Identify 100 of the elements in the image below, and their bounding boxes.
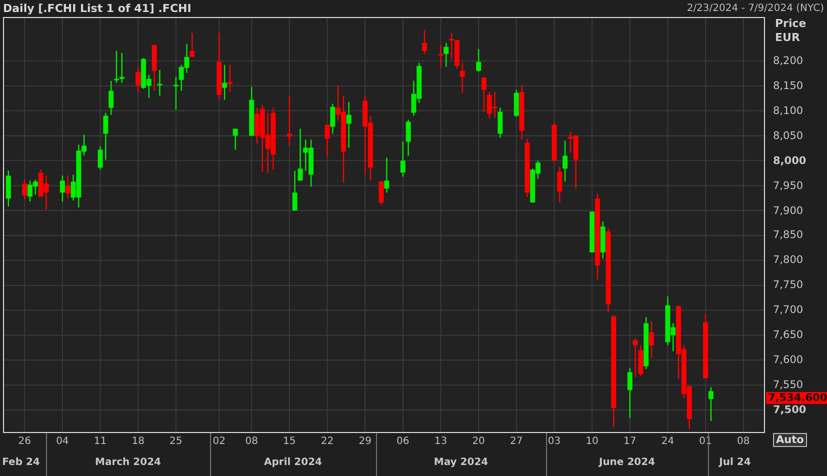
candlestick <box>411 80 416 116</box>
price-tick-label: 8,050 <box>773 130 804 142</box>
price-tick-label: 8,100 <box>773 104 804 117</box>
date-tick-label: 06 <box>396 436 410 447</box>
candlestick <box>481 76 486 112</box>
candlestick <box>254 107 260 144</box>
candlestick <box>514 89 519 118</box>
candlestick <box>178 64 184 92</box>
candlestick <box>32 179 38 196</box>
last-price-tag: 7,534.600 <box>766 392 827 404</box>
price-tick-label: 7,900 <box>773 204 804 217</box>
candlestick <box>303 139 308 172</box>
month-label: March 2024 <box>95 457 161 468</box>
candlestick <box>157 69 162 96</box>
candlestick <box>222 64 228 100</box>
candlestick <box>324 124 330 158</box>
date-tick-label: 26 <box>18 436 31 447</box>
candlestick <box>232 128 238 150</box>
candlestick <box>119 52 124 84</box>
candlestick <box>184 43 190 74</box>
date-tick-label: 27 <box>510 436 523 447</box>
candlestick <box>286 95 292 146</box>
date-tick-label: 04 <box>56 436 69 447</box>
date-tick-label: 13 <box>434 436 448 447</box>
candlestick <box>108 80 114 116</box>
candlestick <box>298 128 303 182</box>
candlestick <box>38 169 44 198</box>
candlestick <box>82 134 87 156</box>
month-label: April 2024 <box>264 457 322 468</box>
month-label: Feb 24 <box>2 457 40 468</box>
candlestick <box>449 32 454 60</box>
date-tick-label: 08 <box>737 436 750 447</box>
date-range: 2/23/2024 - 7/9/2024 (NYC) <box>686 3 824 14</box>
month-label: May 2024 <box>434 457 488 468</box>
date-tick-label: 15 <box>283 436 296 447</box>
candlestick <box>146 74 152 98</box>
candlestick <box>632 338 638 378</box>
candlestick <box>476 48 482 72</box>
date-tick-label: 08 <box>245 436 258 447</box>
candlestick <box>406 119 411 156</box>
candlestick <box>6 170 11 208</box>
candlestick <box>378 180 384 206</box>
date-tick-label: 03 <box>548 436 561 447</box>
price-tick-label: 8,200 <box>773 54 804 67</box>
price-tick-label: 8,000 <box>773 154 806 167</box>
date-tick-label: 17 <box>624 436 636 447</box>
candlestick <box>70 174 76 202</box>
candlestick <box>492 91 498 118</box>
candlestick <box>486 91 492 120</box>
candlestick <box>422 29 428 55</box>
candlestick <box>65 175 70 200</box>
month-label: June 2024 <box>598 457 656 468</box>
candlestick <box>400 141 406 178</box>
candlestick <box>114 50 119 84</box>
candlestick <box>460 62 465 94</box>
price-tick-label: 7,500 <box>773 404 806 416</box>
price-tick-label: 7,650 <box>773 329 804 342</box>
candlestick <box>265 112 270 174</box>
date-tick-label: 29 <box>358 436 372 447</box>
auto-scale-button[interactable]: Auto <box>773 433 807 447</box>
price-tick-label: 7,850 <box>773 229 804 242</box>
candlestick <box>190 32 195 58</box>
price-axis-title: Price <box>775 17 806 30</box>
date-tick-label: 25 <box>170 436 182 447</box>
candlestick <box>60 175 65 202</box>
candlestick <box>498 107 503 138</box>
candlestick <box>627 368 632 419</box>
candlestick <box>98 146 103 170</box>
candlestick <box>44 175 49 210</box>
candlestick <box>649 320 654 359</box>
price-tick-label: 8,150 <box>773 80 804 92</box>
date-tick-label: 02 <box>212 436 226 447</box>
candlestick <box>536 160 541 180</box>
candlestick <box>557 166 562 204</box>
candlestick <box>562 140 568 182</box>
candlestick <box>227 64 232 92</box>
price-tick-label: 7,950 <box>773 180 804 192</box>
candlestick <box>568 131 573 154</box>
candlestick <box>103 112 108 160</box>
price-tick-label: 7,700 <box>773 304 804 316</box>
candlestick <box>330 103 336 134</box>
price-tick-label: 7,600 <box>773 354 804 366</box>
candlestick <box>670 322 676 352</box>
candlestick <box>136 66 141 94</box>
candlestick <box>708 386 714 422</box>
candlestick <box>346 101 352 148</box>
price-tick-label: 7,550 <box>773 379 804 392</box>
price-tick-label: 7,750 <box>773 279 804 292</box>
date-tick-label: 11 <box>94 436 107 447</box>
currency-label: EUR <box>775 31 800 44</box>
candlestick <box>336 85 341 122</box>
candlestick <box>292 170 298 212</box>
candlestick <box>438 44 444 68</box>
month-label: Jul 24 <box>719 457 751 468</box>
date-tick-label: 20 <box>472 436 485 447</box>
candlestick <box>28 180 33 202</box>
candlestick <box>173 76 178 110</box>
candlestick <box>638 344 644 377</box>
date-tick-label: 10 <box>586 436 598 447</box>
date-tick-label: 24 <box>661 436 674 447</box>
